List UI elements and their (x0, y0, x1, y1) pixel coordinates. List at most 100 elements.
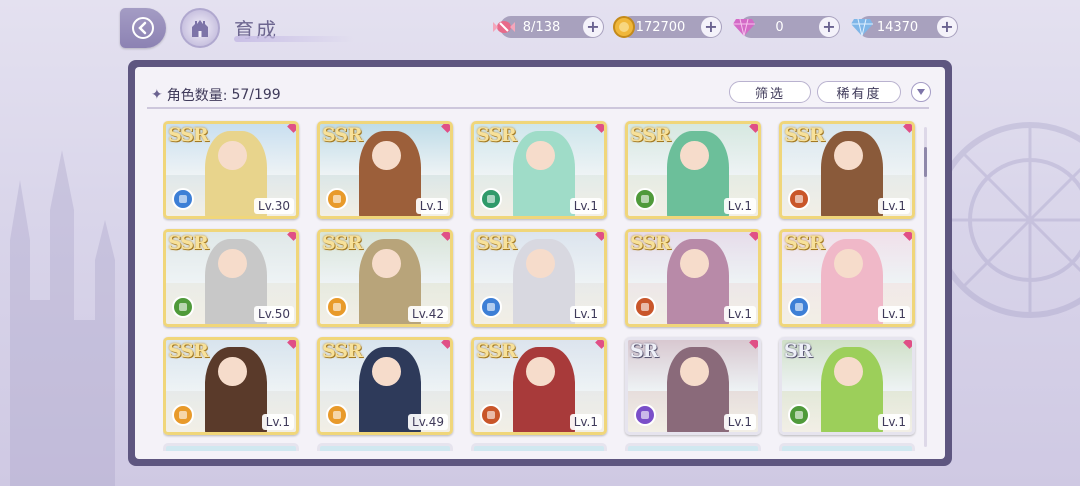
sparkle-icon: ✦ (151, 87, 163, 103)
character-face (680, 140, 709, 170)
level-label: Lv.50 (254, 306, 294, 322)
level-label: Lv.30 (254, 198, 294, 214)
character-card[interactable]: SSR Lv.1 (779, 229, 915, 327)
character-face (834, 356, 863, 386)
rarity-badge: SSR (476, 124, 517, 146)
role-icon (788, 188, 810, 210)
header-divider (147, 107, 929, 109)
title-decoration (234, 36, 354, 42)
pink-gem-add-button[interactable]: + (819, 17, 839, 37)
character-grid: SSR Lv.30 SSR Lv.1 SSR Lv.1 SSR Lv.1 SSR Lv.1 SSR L… (163, 115, 923, 451)
character-face (526, 140, 555, 170)
character-card[interactable]: SSR Lv.1 (471, 337, 607, 435)
role-icon (788, 296, 810, 318)
rarity-badge: SSR (168, 340, 209, 362)
character-card[interactable]: SR Lv.1 (625, 337, 761, 435)
character-panel: ✦ 角色数量: 57/199 筛选 稀有度 SSR Lv.30 SSR Lv.1 SSR… (128, 60, 952, 466)
level-label: Lv.42 (408, 306, 448, 322)
rarity-badge: SSR (322, 232, 363, 254)
rarity-badge: SSR (168, 232, 209, 254)
blue-gem-counter: 14370 + (851, 16, 958, 38)
role-icon (480, 296, 502, 318)
character-face (526, 356, 555, 386)
rarity-badge: SSR (322, 340, 363, 362)
role-icon (480, 404, 502, 426)
back-button[interactable] (120, 8, 166, 48)
candy-counter: 8/138 + (493, 16, 604, 38)
rarity-badge: SSR (476, 340, 517, 362)
character-card[interactable]: SSR Lv.1 (625, 229, 761, 327)
character-card[interactable]: SSR Lv.1 (625, 121, 761, 219)
blue-gem-add-button[interactable]: + (937, 17, 957, 37)
gold-add-button[interactable]: + (701, 17, 721, 37)
level-label: Lv.1 (723, 306, 756, 322)
level-label: Lv.1 (569, 414, 602, 430)
level-label: Lv.1 (261, 414, 294, 430)
candy-icon (490, 13, 518, 41)
rarity-badge: SSR (630, 124, 671, 146)
character-count-label: 角色数量: (166, 88, 228, 104)
character-face (372, 356, 401, 386)
character-face (218, 356, 247, 386)
rarity-sort-button[interactable]: 稀有度 (817, 81, 901, 103)
character-card[interactable]: SR Lv.1 (779, 337, 915, 435)
pink-diamond-icon (730, 13, 758, 41)
castle-home-icon (192, 20, 208, 37)
role-icon (788, 404, 810, 426)
character-face (218, 140, 247, 170)
character-card[interactable]: SSR Lv.1 (779, 121, 915, 219)
character-face (680, 248, 709, 278)
character-card[interactable]: SSR Lv.50 (163, 229, 299, 327)
character-card[interactable]: SSR Lv.49 (317, 337, 453, 435)
level-label: Lv.1 (877, 306, 910, 322)
panel-inner: ✦ 角色数量: 57/199 筛选 稀有度 SSR Lv.30 SSR Lv.1 SSR… (135, 67, 945, 459)
character-card-partial[interactable] (163, 443, 299, 451)
level-label: Lv.1 (723, 198, 756, 214)
character-face (218, 248, 247, 278)
top-bar: 育成 8/138 + 172700 + 0 + 14370 + (0, 0, 1080, 56)
role-icon (326, 404, 348, 426)
rarity-badge: SSR (784, 232, 825, 254)
character-card[interactable]: SSR Lv.1 (471, 229, 607, 327)
filter-button[interactable]: 筛选 (729, 81, 811, 103)
home-button[interactable] (180, 8, 220, 48)
candy-add-button[interactable]: + (583, 17, 603, 37)
role-icon (326, 296, 348, 318)
character-card[interactable]: SSR Lv.42 (317, 229, 453, 327)
role-icon (480, 188, 502, 210)
character-card-partial[interactable] (625, 443, 761, 451)
character-count: ✦ 角色数量: 57/199 (151, 85, 281, 105)
sort-order-toggle[interactable] (911, 82, 931, 102)
character-card[interactable]: SSR Lv.1 (163, 337, 299, 435)
rarity-badge: SR (630, 340, 658, 362)
coin-icon (610, 13, 638, 41)
blue-diamond-icon (848, 13, 876, 41)
character-card[interactable]: SSR Lv.30 (163, 121, 299, 219)
rarity-badge: SR (784, 340, 812, 362)
role-icon (634, 296, 656, 318)
level-label: Lv.1 (877, 414, 910, 430)
chevron-down-icon (917, 89, 925, 95)
level-label: Lv.1 (569, 198, 602, 214)
character-face (834, 140, 863, 170)
character-face (680, 356, 709, 386)
character-card-partial[interactable] (317, 443, 453, 451)
back-arrow-icon (132, 17, 154, 39)
character-face (526, 248, 555, 278)
role-icon (634, 188, 656, 210)
level-label: Lv.1 (877, 198, 910, 214)
character-face (372, 248, 401, 278)
rarity-badge: SSR (784, 124, 825, 146)
level-label: Lv.1 (569, 306, 602, 322)
character-count-value: 57/199 (231, 87, 281, 103)
level-label: Lv.49 (408, 414, 448, 430)
character-card-partial[interactable] (779, 443, 915, 451)
rarity-badge: SSR (476, 232, 517, 254)
character-card-partial[interactable] (471, 443, 607, 451)
rarity-badge: SSR (168, 124, 209, 146)
role-icon (172, 188, 194, 210)
scrollbar-thumb[interactable] (924, 147, 927, 177)
character-card[interactable]: SSR Lv.1 (317, 121, 453, 219)
character-face (834, 248, 863, 278)
character-card[interactable]: SSR Lv.1 (471, 121, 607, 219)
